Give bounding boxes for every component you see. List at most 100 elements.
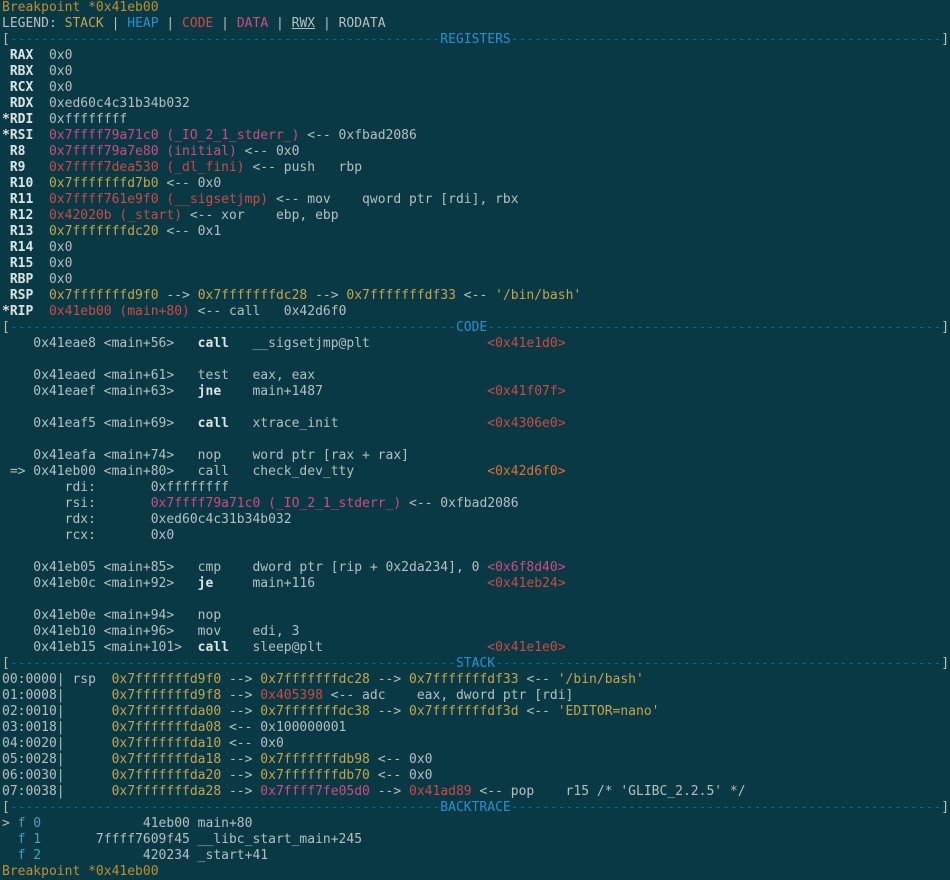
text-segment: 05:0028| [2, 752, 112, 767]
terminal-line: rdx: 0xed60c4c31b34b032 [2, 512, 950, 528]
text-segment: main+116 [213, 576, 487, 591]
section-stack: [---------------------------------------… [2, 656, 950, 800]
text-segment: <0x41f07f> [487, 384, 565, 399]
text-segment: 0x41eae8 <main+56> [2, 336, 198, 351]
terminal-line: 0x41eaed <main+61> test eax, eax [2, 368, 950, 384]
text-segment: 0x7ffff7fe05d0 [260, 784, 370, 799]
text-segment: RODATA [339, 16, 386, 31]
text-segment: R10 [2, 176, 33, 191]
text-segment: | [315, 16, 338, 31]
text-segment: 0x7fffffffdb70 [260, 768, 370, 783]
text-segment: ----------------------------------------… [495, 656, 941, 671]
text-segment [33, 224, 49, 239]
text-segment [33, 304, 49, 319]
text-segment: 0x41eb00 (main+80) [49, 304, 190, 319]
text-segment: --> [370, 784, 409, 799]
terminal-line: R12 0x42020b (_start) <-- xor ebp, ebp [2, 208, 950, 224]
text-segment: call [198, 416, 229, 431]
terminal-line: RBX 0x0 [2, 64, 950, 80]
terminal-line: RSP 0x7fffffffd9f0 --> 0x7fffffffdc28 --… [2, 288, 950, 304]
text-segment: <-- 0xfbad2086 [299, 128, 416, 143]
terminal-line: 03:0018| 0x7fffffffda08 <-- 0x100000001 [2, 720, 950, 736]
text-segment: REGISTERS [440, 32, 510, 47]
text-segment: <-- call 0x42d6f0 [190, 304, 347, 319]
terminal-line: 0x41eb15 <main+101> call sleep@plt <0x41… [2, 640, 950, 656]
blank-line [2, 432, 950, 448]
text-segment: 0x7fffffffdf33 [409, 672, 519, 687]
text-segment: ] [941, 32, 949, 47]
text-segment [33, 128, 49, 143]
text-segment: DATA [237, 16, 268, 31]
terminal-line: *RSI 0x7ffff79a71c0 (_IO_2_1_stderr_) <-… [2, 128, 950, 144]
text-segment: ----------------------------------------… [10, 32, 440, 47]
terminal-line: 0x41eb10 <main+96> mov edi, 3 [2, 624, 950, 640]
text-segment: ] [941, 656, 949, 671]
text-segment: 0x41eb05 <main+85> cmp dword ptr [rip + … [2, 560, 487, 575]
text-segment: *RSI [2, 128, 33, 143]
text-segment: main+1487 [221, 384, 487, 399]
text-segment: --> [307, 288, 346, 303]
text-segment: 0x0 [33, 64, 72, 79]
text-segment: 0x0 [33, 240, 72, 255]
text-segment: <0x41eb24> [487, 576, 565, 591]
text-segment: ----------------------------------------… [487, 320, 941, 335]
text-segment: R11 [2, 192, 33, 207]
text-segment: BACKTRACE [440, 800, 510, 815]
text-segment: 0x41eaed <main+61> test eax, eax [2, 368, 315, 383]
terminal-line: RDX 0xed60c4c31b34b032 [2, 96, 950, 112]
text-segment: ----------------------------------------… [10, 656, 456, 671]
terminal[interactable]: Breakpoint *0x41eb00LEGEND: STACK | HEAP… [0, 0, 950, 880]
text-segment: --> [221, 784, 260, 799]
text-segment: <-- mov qword ptr [rdi], rbx [268, 192, 518, 207]
terminal-line: R15 0x0 [2, 256, 950, 272]
text-segment: 0x0 [33, 256, 72, 271]
text-segment: 0x7fffffffda00 [112, 704, 222, 719]
text-segment: --> [159, 288, 198, 303]
text-segment: 00:0000| rsp [2, 672, 112, 687]
text-segment: RBP [2, 272, 33, 287]
text-segment: 07:0038| [2, 784, 112, 799]
text-segment: R13 [2, 224, 33, 239]
text-segment [33, 176, 49, 191]
terminal-line: 0x41eb0e <main+94> nop [2, 608, 950, 624]
text-segment: --> [221, 752, 260, 767]
text-segment [33, 208, 49, 223]
terminal-line: RBP 0x0 [2, 272, 950, 288]
text-segment: 03:0018| [2, 720, 112, 735]
terminal-line: 0x41eae8 <main+56> call __sigsetjmp@plt … [2, 336, 950, 352]
text-segment: <0x42d6f0> [487, 464, 565, 479]
section-backtrace: [---------------------------------------… [2, 800, 950, 864]
text-segment: 01:0008| [2, 688, 112, 703]
text-segment: 0x41ad89 [409, 784, 472, 799]
text-segment: [ [2, 320, 10, 335]
text-segment: | [213, 16, 236, 31]
text-segment: LEGEND: [2, 16, 65, 31]
text-segment: f 2 [18, 848, 41, 863]
text-segment: 0x7fffffffd9f0 [112, 672, 222, 687]
text-segment [2, 848, 18, 863]
text-segment: 0x41eb10 <main+96> mov edi, 3 [2, 624, 299, 639]
terminal-line: 0x41eaf5 <main+69> call xtrace_init <0x4… [2, 416, 950, 432]
terminal-line: R13 0x7fffffffdc20 <-- 0x1 [2, 224, 950, 240]
terminal-line: 0x41eafa <main+74> nop word ptr [rax + r… [2, 448, 950, 464]
text-segment: 0x7ffff79a71c0 (_IO_2_1_stderr_) [151, 496, 401, 511]
text-segment: 0x7fffffffdb98 [260, 752, 370, 767]
terminal-line: 02:0010| 0x7fffffffda00 --> 0x7fffffffdc… [2, 704, 950, 720]
text-segment: 0x41eb15 <main+101> [2, 640, 198, 655]
text-segment: 0x42020b (_start) [49, 208, 182, 223]
terminal-line: RAX 0x0 [2, 48, 950, 64]
text-segment: 0x7fffffffda20 [112, 768, 222, 783]
text-segment: call [198, 640, 229, 655]
text-segment: <-- [456, 288, 495, 303]
text-segment: 'EDITOR=nano' [558, 704, 660, 719]
text-segment: 41eb00 main+80 [41, 816, 252, 831]
blank-line [2, 352, 950, 368]
text-segment: --> [370, 672, 409, 687]
terminal-line: 06:0030| 0x7fffffffda20 --> 0x7fffffffdb… [2, 768, 950, 784]
text-segment: RWX [292, 16, 315, 31]
text-segment: <-- 0x1 [159, 224, 222, 239]
text-segment: <-- pop r15 /* 'GLIBC_2.2.5' */ [472, 784, 746, 799]
text-segment: 0x7fffffffd9f0 [49, 288, 159, 303]
text-segment: 0x0 [33, 80, 72, 95]
text-segment: RCX [2, 80, 33, 95]
